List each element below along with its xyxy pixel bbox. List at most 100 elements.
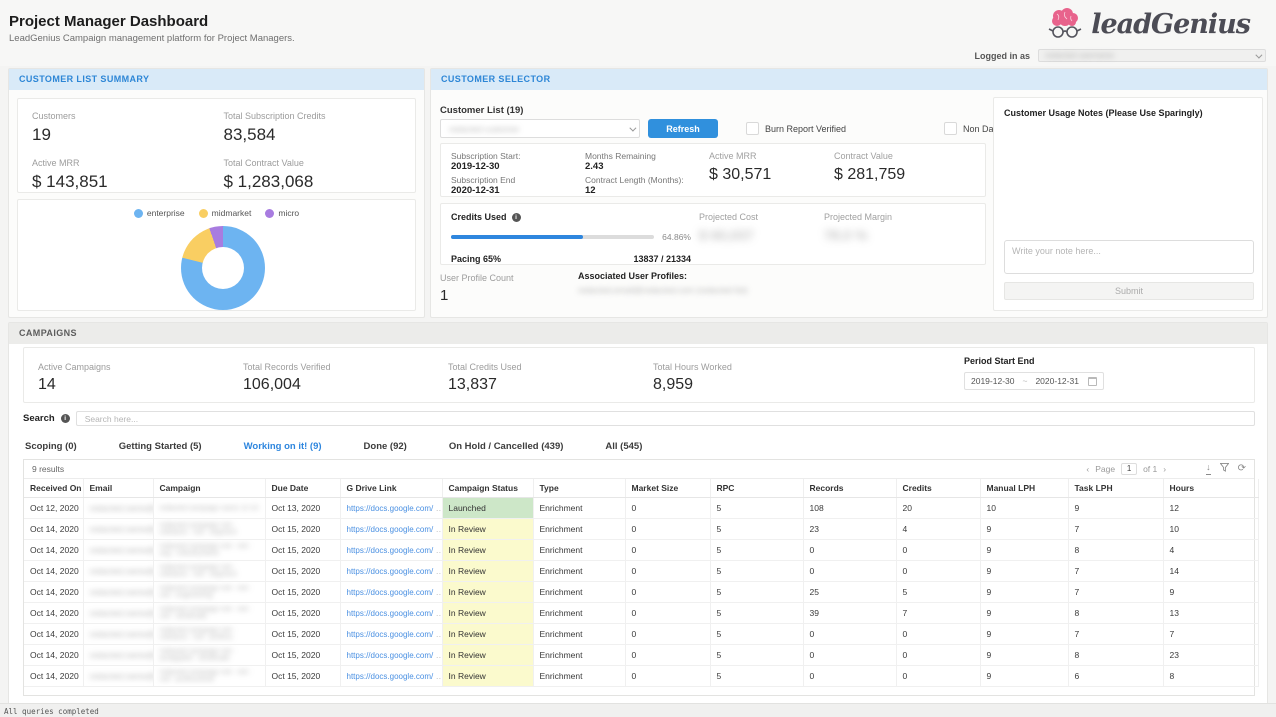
credits-fraction: 13837 / 21334 (633, 254, 691, 264)
date-range-input[interactable]: 2019-12-30 ~ 2020-12-31 (964, 372, 1104, 390)
column-header-g-drive-link[interactable]: G Drive Link (340, 479, 442, 498)
subscription-lengths: Months Remaining 2.43 Contract Length (M… (585, 151, 684, 199)
refresh-icon[interactable]: ⟳ (1238, 463, 1246, 475)
campaign-tabs: Scoping (0) Getting Started (5) Working on… (23, 435, 1255, 462)
filter-icon[interactable] (1220, 463, 1229, 475)
page-number-input[interactable]: 1 (1121, 463, 1137, 475)
column-header-market-size[interactable]: Market Size (625, 479, 710, 498)
status-badge: In Review (443, 666, 533, 686)
column-header-due-date[interactable]: Due Date (265, 479, 340, 498)
cell-gdrive-link[interactable]: https://docs.google.com/ … (340, 645, 442, 666)
note-input[interactable] (1004, 240, 1254, 274)
customer-selector-panel: CUSTOMER SELECTOR Customer List (19) red… (430, 68, 1268, 318)
cell-records: 23 (803, 519, 896, 540)
logged-in-as-label: Logged in as (974, 51, 1030, 61)
stat-active-campaigns: Active Campaigns 14 (38, 362, 111, 394)
logged-in-user-select[interactable]: redacted username (1038, 49, 1266, 62)
tab-getting-started-5[interactable]: Getting Started (5) (117, 435, 204, 461)
column-header-task-lph[interactable]: Task LPH (1068, 479, 1163, 498)
legend-label: enterprise (147, 208, 185, 218)
cell-due-date: Oct 15, 2020 (265, 540, 340, 561)
search-input[interactable] (76, 411, 1255, 426)
column-header-campaign[interactable]: Campaign (153, 479, 265, 498)
tab-done-92[interactable]: Done (92) (362, 435, 409, 461)
cell-campaign: redacted campaign red - redname - red - … (153, 624, 265, 645)
segment-donut-chart[interactable] (181, 226, 265, 310)
cell-gdrive-link[interactable]: https://docs.google.com/ … (340, 498, 442, 519)
tab-scoping-0[interactable]: Scoping (0) (23, 435, 79, 461)
cell-records: 25 (803, 582, 896, 603)
tab-on-hold-cancelled-439[interactable]: On Hold / Cancelled (439) (447, 435, 566, 461)
cell-credits: 4 (896, 519, 980, 540)
cell-gdrive-link[interactable]: https://docs.google.com/ … (340, 624, 442, 645)
cell-due-date: Oct 15, 2020 (265, 603, 340, 624)
cell-rpc: 5 (710, 582, 803, 603)
credits-percent: 64.86% (662, 232, 691, 242)
cell-rpc: 5 (710, 540, 803, 561)
legend-item-midmarket[interactable]: midmarket (199, 208, 252, 218)
cell-campaign-status: In Review (442, 666, 533, 687)
cell-type: Enrichment (533, 519, 625, 540)
cell-market-size: 0 (625, 624, 710, 645)
cell-gdrive-link[interactable]: https://docs.google.com/ … (340, 561, 442, 582)
column-header-received-on[interactable]: Received On (24, 479, 83, 498)
customer-list-label: Customer List (19) (440, 105, 523, 116)
info-icon[interactable]: i (61, 414, 70, 423)
cell-hours: 12 (1163, 498, 1258, 519)
cell-received-on: Oct 14, 2020 (24, 519, 83, 540)
page-label: Page (1095, 464, 1115, 474)
tab-all-545[interactable]: All (545) (603, 435, 644, 461)
customer-usage-notes-card: Customer Usage Notes (Please Use Sparing… (993, 97, 1263, 311)
checkbox-icon[interactable] (944, 122, 957, 135)
cell-market-size: 0 (625, 645, 710, 666)
table-row: Oct 14, 2020redacted.name@red …redacted … (24, 519, 1258, 540)
cell-gdrive-link[interactable]: https://docs.google.com/ … (340, 603, 442, 624)
legend-item-micro[interactable]: micro (265, 208, 299, 218)
cell-hours: 8 (1163, 666, 1258, 687)
cell-records: 0 (803, 666, 896, 687)
submit-note-button[interactable]: Submit (1004, 282, 1254, 300)
column-header-type[interactable]: Type (533, 479, 625, 498)
checkbox-icon[interactable] (746, 122, 759, 135)
info-icon[interactable]: i (512, 213, 521, 222)
stat-total-credits-used: Total Credits Used 13,837 (448, 362, 522, 394)
projected-cost-value: $ 60,037 (699, 227, 758, 243)
cell-gdrive-link[interactable]: https://docs.google.com/ … (340, 540, 442, 561)
legend-dot (199, 209, 208, 218)
tab-working-on-it-9[interactable]: Working on it! (9) (242, 435, 324, 461)
cell-gdrive-link[interactable]: https://docs.google.com/ … (340, 666, 442, 687)
campaign-stats-card: Active Campaigns 14 Total Records Verifi… (23, 347, 1255, 403)
prev-page-icon[interactable]: ‹ (1086, 464, 1089, 474)
cell-due-date: Oct 15, 2020 (265, 645, 340, 666)
status-badge: In Review (443, 624, 533, 644)
next-page-icon[interactable]: › (1163, 464, 1166, 474)
chevron-down-icon (629, 125, 636, 132)
cell-gdrive-link[interactable]: https://docs.google.com/ … (340, 582, 442, 603)
refresh-button[interactable]: Refresh (648, 119, 718, 138)
burn-report-verified-checkbox[interactable]: Burn Report Verified (746, 122, 846, 135)
cell-gdrive-link[interactable]: https://docs.google.com/ … (340, 519, 442, 540)
column-header-rpc[interactable]: RPC (710, 479, 803, 498)
column-header-email[interactable]: Email (83, 479, 153, 498)
cell-task-lph: 8 (1068, 540, 1163, 561)
status-badge: In Review (443, 540, 533, 560)
legend-item-enterprise[interactable]: enterprise (134, 208, 185, 218)
column-header-hours[interactable]: Hours (1163, 479, 1258, 498)
stat-total-records-verified: Total Records Verified 106,004 (243, 362, 331, 394)
column-header-manual-lph[interactable]: Manual LPH (980, 479, 1068, 498)
customer-select-value: redacted customer (449, 124, 519, 134)
cell-records: 108 (803, 498, 896, 519)
page-header: Project Manager Dashboard LeadGenius Cam… (0, 0, 1276, 66)
cell-market-size: 0 (625, 561, 710, 582)
download-icon[interactable]: ↓ (1206, 463, 1211, 475)
cell-records: 0 (803, 645, 896, 666)
column-header-records[interactable]: Records (803, 479, 896, 498)
column-header-campaign-status[interactable]: Campaign Status (442, 479, 533, 498)
customer-select[interactable]: redacted customer (440, 119, 640, 138)
cell-rpc: 5 (710, 645, 803, 666)
table-row: Oct 14, 2020redacted.name@red …redacted … (24, 582, 1258, 603)
cell-task-lph: 7 (1068, 582, 1163, 603)
status-badge: In Review (443, 603, 533, 623)
cell-credits: 0 (896, 540, 980, 561)
column-header-credits[interactable]: Credits (896, 479, 980, 498)
